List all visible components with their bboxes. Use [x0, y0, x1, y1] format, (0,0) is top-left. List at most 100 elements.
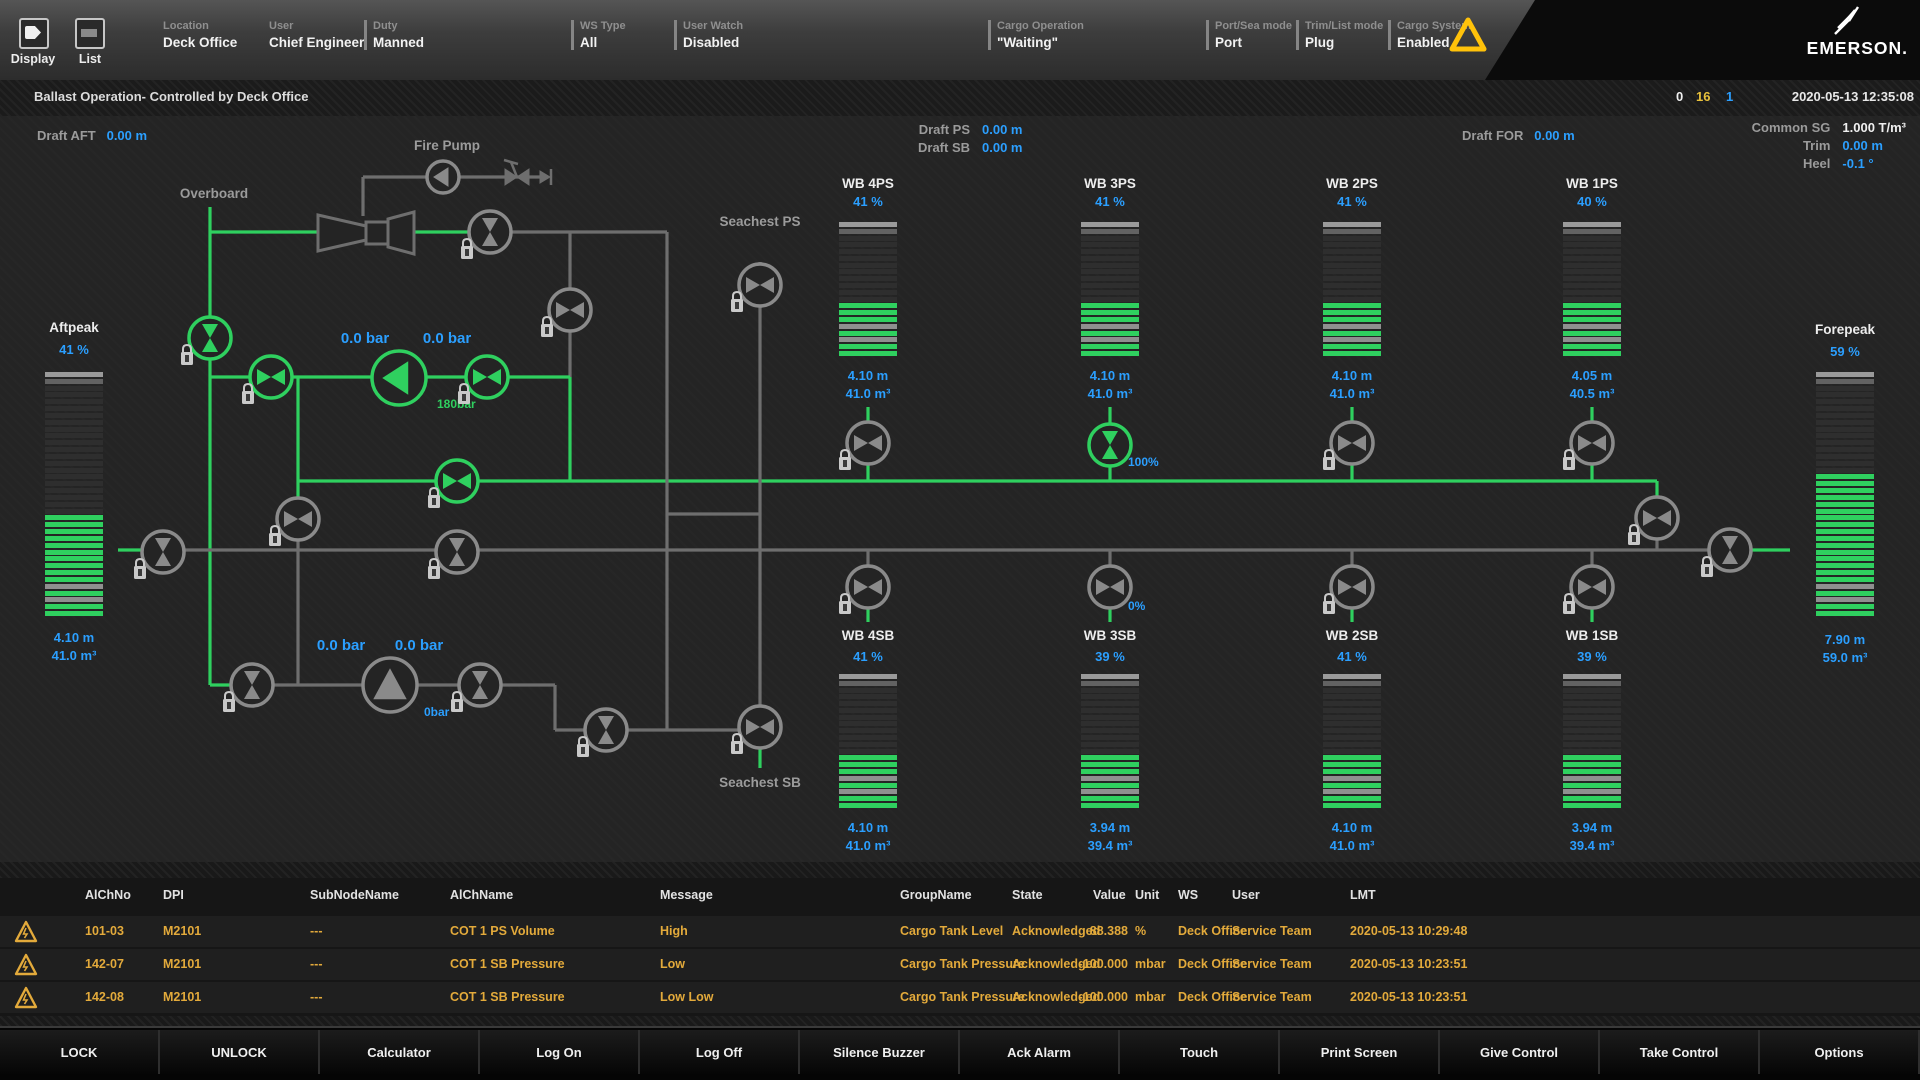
command-button-options[interactable]: Options — [1760, 1030, 1920, 1074]
command-button-unlock[interactable]: UNLOCK — [160, 1030, 320, 1074]
wb3ps-valve[interactable] — [1087, 422, 1133, 468]
gauge-segment — [1816, 412, 1874, 418]
fwd-riser-valve[interactable] — [1628, 495, 1680, 545]
gauge-segment — [1081, 330, 1139, 336]
gauge-segment — [1323, 289, 1381, 295]
gauge-segment — [1816, 542, 1874, 548]
aft-line-valve[interactable] — [134, 529, 186, 579]
wb4ps-valve[interactable] — [839, 420, 891, 470]
gauge-segment — [1081, 235, 1139, 241]
column-header-ws[interactable]: WS — [1178, 888, 1198, 902]
tank-level-value: 4.10 m — [53, 630, 95, 645]
column-header-dpi[interactable]: DPI — [163, 888, 184, 902]
gauge-segment — [1563, 680, 1621, 686]
gauge-segment — [1081, 674, 1139, 679]
overboard-valve[interactable] — [181, 315, 233, 365]
column-header-msg[interactable]: Message — [660, 888, 713, 902]
riser-valve[interactable] — [269, 496, 321, 546]
ballast-pump-1[interactable] — [370, 349, 428, 407]
command-button-print-screen[interactable]: Print Screen — [1280, 1030, 1440, 1074]
wb1sb-valve[interactable] — [1563, 564, 1615, 614]
column-header-user[interactable]: User — [1232, 888, 1260, 902]
gauge-segment — [45, 529, 103, 535]
gauge-segment — [45, 494, 103, 500]
suction-line-valve[interactable] — [428, 529, 480, 579]
seachest-ps-valve[interactable] — [731, 262, 783, 312]
stripping-valve[interactable] — [577, 707, 629, 757]
column-header-sub[interactable]: SubNodeName — [310, 888, 399, 902]
command-button-ack-alarm[interactable]: Ack Alarm — [960, 1030, 1120, 1074]
gauge-segment — [839, 782, 897, 788]
gauge-segment — [1323, 310, 1381, 316]
status-bar: Ballast Operation- Controlled by Deck Of… — [0, 80, 1920, 116]
alarm-cell-value: 88.388 — [1089, 924, 1128, 938]
ballast-pump-2[interactable] — [361, 656, 419, 714]
column-header-lmt[interactable]: LMT — [1350, 888, 1376, 902]
column-header-state[interactable]: State — [1012, 888, 1043, 902]
column-header-name[interactable]: AlChName — [450, 888, 513, 902]
eductor-outlet-valve[interactable] — [461, 209, 513, 259]
gauge-segment — [1323, 789, 1381, 795]
gauge-segment — [1816, 549, 1874, 555]
gauge-segment — [1081, 303, 1139, 309]
fwd-line-valve[interactable] — [1701, 527, 1753, 577]
field-value: All — [580, 35, 598, 50]
tank-volume-value: 41.0 m³ — [1087, 386, 1133, 401]
alarm-row[interactable]: 142-08 M2101 --- COT 1 SB Pressure Low Low Ca… — [0, 982, 1920, 1013]
gauge-segment — [1323, 276, 1381, 282]
alarm-cell-user: Service Team — [1232, 957, 1312, 971]
gauge-segment — [45, 481, 103, 487]
gauge-segment — [839, 789, 897, 795]
alarm-warning-icon[interactable] — [1449, 16, 1487, 54]
command-button-silence-buzzer[interactable]: Silence Buzzer — [800, 1030, 960, 1074]
gauge-segment — [839, 701, 897, 707]
command-button-lock[interactable]: LOCK — [0, 1030, 160, 1074]
gauge-segment — [1081, 283, 1139, 289]
command-button-log-on[interactable]: Log On — [480, 1030, 640, 1074]
main-line-valve[interactable] — [428, 458, 480, 508]
column-header-no[interactable]: AlChNo — [85, 888, 131, 902]
padlock-icon — [1563, 448, 1575, 470]
column-header-unit[interactable]: Unit — [1135, 888, 1159, 902]
tank-level-value: 4.10 m — [847, 368, 889, 383]
pump1-discharge-valve[interactable] — [458, 354, 510, 404]
gauge-segment — [1816, 372, 1874, 377]
wb1ps-valve[interactable] — [1563, 420, 1615, 470]
tank-name: Forepeak — [1814, 322, 1876, 337]
wb3sb-valve[interactable] — [1087, 564, 1133, 610]
tank-volume-value: 41.0 m³ — [845, 838, 891, 853]
pump2-discharge-valve[interactable] — [451, 662, 503, 712]
fire-line-valve[interactable] — [503, 158, 553, 186]
gauge-segment — [1816, 453, 1874, 459]
seachest-sb-valve[interactable] — [731, 704, 783, 754]
gauge-segment — [1323, 735, 1381, 741]
column-header-value[interactable]: Value — [1093, 888, 1126, 902]
gauge-segment — [1816, 385, 1874, 391]
alarm-row[interactable]: 101-03 M2101 --- COT 1 PS Volume High Cargo T… — [0, 916, 1920, 947]
wb2ps-valve[interactable] — [1323, 420, 1375, 470]
gauge-segment — [1563, 721, 1621, 727]
command-button-take-control[interactable]: Take Control — [1600, 1030, 1760, 1074]
tank-percent: 41 % — [1095, 194, 1125, 209]
pump2-suction-valve[interactable] — [223, 662, 275, 712]
gauge-segment — [45, 501, 103, 507]
command-button-log-off[interactable]: Log Off — [640, 1030, 800, 1074]
display-button[interactable] — [19, 18, 49, 49]
column-header-group[interactable]: GroupName — [900, 888, 972, 902]
pump1-suction-valve[interactable] — [242, 354, 294, 404]
wb4sb-valve[interactable] — [839, 564, 891, 614]
gauge-segment — [839, 741, 897, 747]
gauge-segment — [45, 378, 103, 384]
fire-pump[interactable] — [425, 159, 461, 195]
command-button-calculator[interactable]: Calculator — [320, 1030, 480, 1074]
crossover-top-valve[interactable] — [541, 287, 593, 337]
command-button-give-control[interactable]: Give Control — [1440, 1030, 1600, 1074]
wb2sb-valve[interactable] — [1323, 564, 1375, 614]
tank-percent: 41 % — [853, 194, 883, 209]
gauge-segment — [1563, 323, 1621, 329]
alarm-row[interactable]: 142-07 M2101 --- COT 1 SB Pressure Low Cargo … — [0, 949, 1920, 980]
heel-value: -0.1 ° — [1842, 156, 1874, 171]
command-button-touch[interactable]: Touch — [1120, 1030, 1280, 1074]
list-button[interactable] — [75, 18, 105, 49]
alarm-cell-unit: mbar — [1135, 990, 1166, 1004]
